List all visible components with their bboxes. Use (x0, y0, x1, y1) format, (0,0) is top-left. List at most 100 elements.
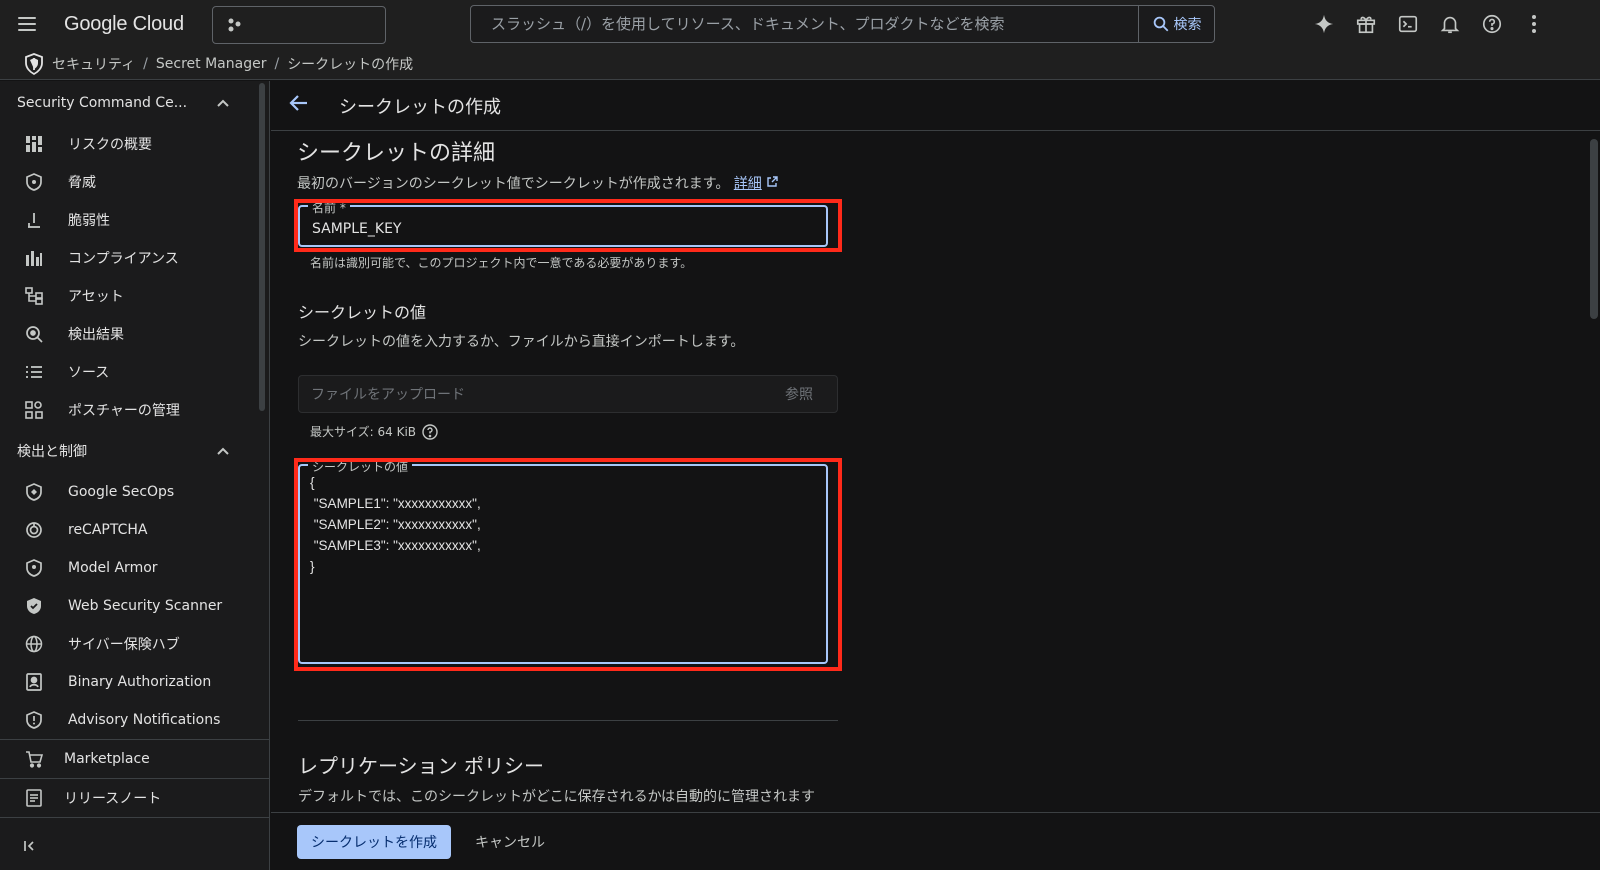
shield-icon (24, 558, 44, 578)
upload-placeholder: ファイルをアップロード (311, 387, 465, 403)
sidebar-divider (0, 817, 269, 818)
sidebar-item-release-notes[interactable]: リリースノート (0, 779, 269, 817)
posture-icon (24, 400, 44, 420)
file-upload-field[interactable]: ファイルをアップロード 参照 (298, 375, 838, 413)
sidebar-item-label: Model Armor (68, 560, 158, 576)
project-icon (228, 18, 241, 32)
asset-icon (24, 286, 44, 306)
sidebar-item-label: Google SecOps (68, 484, 175, 500)
more-vert-icon[interactable] (1522, 12, 1546, 36)
max-size-hint: 最大サイズ: 64 KiB (310, 423, 438, 440)
sidebar-item-cyber-insurance-hub[interactable]: サイバー保険ハブ (0, 625, 269, 663)
sidebar-item-sources[interactable]: ソース (0, 353, 269, 391)
breadcrumb-current: シークレットの作成 (287, 56, 414, 73)
sidebar-item-risk-overview[interactable]: リスクの概要 (0, 125, 269, 163)
breadcrumb-separator: / (143, 55, 148, 72)
section-divider (298, 720, 838, 721)
cart-icon (24, 749, 44, 769)
compliance-icon (24, 248, 44, 268)
gift-icon[interactable] (1354, 12, 1378, 36)
sidebar-item-label: 脆弱性 (68, 213, 110, 229)
main-scrollbar[interactable] (1590, 139, 1598, 319)
top-bar: Google Cloud 検索 (0, 0, 1600, 48)
recaptcha-icon (24, 520, 44, 540)
search-button-label: 検索 (1173, 17, 1202, 33)
sidebar-item-web-security-scanner[interactable]: Web Security Scanner (0, 587, 269, 625)
sidebar-item-label: コンプライアンス (68, 251, 179, 267)
sidebar-item-recaptcha[interactable]: reCAPTCHA (0, 511, 269, 549)
sidebar-item-model-armor[interactable]: Model Armor (0, 549, 269, 587)
breadcrumb-security[interactable]: セキュリティ (52, 54, 135, 74)
sidebar-section-label: 検出と制御 (17, 444, 87, 460)
sidebar-scrollbar[interactable] (259, 83, 265, 411)
sidebar-section-scc[interactable]: Security Command Ce... (0, 81, 269, 125)
sidebar-item-label: Binary Authorization (68, 674, 212, 690)
replication-description: デフォルトでは、このシークレットがどこに保存されるかは自動的に管理されます (298, 789, 816, 805)
main-menu-icon[interactable] (18, 12, 42, 36)
chevron-up-icon (217, 447, 229, 455)
chevron-up-icon (217, 99, 229, 107)
sidebar-item-google-secops[interactable]: Google SecOps (0, 473, 269, 511)
search-bar: 検索 (470, 5, 1215, 43)
shield-icon (24, 710, 44, 730)
sidebar-item-threats[interactable]: 脅威 (0, 163, 269, 201)
search-button[interactable]: 検索 (1138, 6, 1214, 42)
sidebar-item-marketplace[interactable]: Marketplace (0, 740, 269, 778)
search-icon (1153, 16, 1168, 32)
action-footer: シークレットを作成 キャンセル (271, 812, 1600, 870)
details-section: シークレットの詳細 最初のバージョンのシークレット値でシークレットが作成されます… (297, 131, 837, 193)
replication-heading: レプリケーション ポリシー (298, 754, 544, 778)
sidebar-item-advisory-notifications[interactable]: Advisory Notifications (0, 701, 269, 739)
search-input[interactable] (471, 6, 1138, 42)
name-field-label: 名前 * (308, 199, 350, 216)
secret-value-label: シークレットの値 (308, 458, 413, 475)
sidebar-section-label: Security Command Ce... (17, 95, 188, 111)
sidebar-item-label: Marketplace (64, 751, 150, 767)
binary-icon (24, 672, 44, 692)
breadcrumb-separator: / (274, 55, 280, 72)
dashboard-icon (24, 134, 44, 154)
sidebar-item-label: ソース (68, 365, 110, 381)
breadcrumb: セキュリティ / Secret Manager / シークレットの作成 (0, 48, 1600, 80)
sidebar-item-assets[interactable]: アセット (0, 277, 269, 315)
sidebar-section-detection[interactable]: 検出と制御 (0, 429, 269, 473)
sidebar-item-posture[interactable]: ポスチャーの管理 (0, 391, 269, 429)
details-heading: シークレットの詳細 (297, 141, 496, 166)
sidebar-item-label: アセット (68, 289, 124, 305)
sidebar-item-label: サイバー保険ハブ (68, 637, 180, 653)
shield-icon (24, 596, 44, 616)
vulnerability-icon (24, 210, 44, 230)
details-description-text: 最初のバージョンのシークレット値でシークレットが作成されます。 (297, 176, 730, 192)
sidebar-item-label: ポスチャーの管理 (68, 403, 180, 419)
help-icon[interactable] (1480, 12, 1504, 36)
globe-icon (24, 634, 44, 654)
secret-value-textarea[interactable] (300, 466, 826, 662)
sidebar-item-label: リリースノート (64, 791, 162, 807)
security-shield-icon (25, 52, 43, 75)
secret-value-description: シークレットの値を入力するか、ファイルから直接インポートします。 (298, 334, 745, 350)
details-description: 最初のバージョンのシークレット値でシークレットが作成されます。 詳細 (297, 173, 837, 193)
sidebar-item-vulnerabilities[interactable]: 脆弱性 (0, 201, 269, 239)
sidebar-item-compliance[interactable]: コンプライアンス (0, 239, 269, 277)
secret-value-field: シークレットの値 (298, 458, 828, 664)
project-picker[interactable] (212, 6, 386, 44)
create-secret-button[interactable]: シークレットを作成 (297, 824, 451, 859)
help-icon[interactable] (422, 423, 438, 440)
page-header: シークレットの作成 (271, 81, 1600, 131)
collapse-sidebar-icon[interactable] (24, 840, 38, 856)
name-input[interactable] (300, 207, 826, 245)
cloud-shell-icon[interactable] (1396, 12, 1420, 36)
gemini-icon[interactable] (1312, 12, 1336, 36)
secret-value-heading: シークレットの値 (298, 303, 427, 322)
google-cloud-logo[interactable]: Google Cloud (64, 13, 184, 36)
learn-more-link[interactable]: 詳細 (734, 176, 762, 192)
sidebar-item-binary-authorization[interactable]: Binary Authorization (0, 663, 269, 701)
list-icon (24, 362, 44, 382)
back-arrow-icon[interactable] (289, 93, 313, 118)
breadcrumb-secret-manager[interactable]: Secret Manager (156, 56, 267, 72)
max-size-text: 最大サイズ: 64 KiB (310, 425, 417, 439)
browse-button[interactable]: 参照 (785, 384, 813, 404)
sidebar-item-findings[interactable]: 検出結果 (0, 315, 269, 353)
notifications-icon[interactable] (1438, 12, 1462, 36)
cancel-button[interactable]: キャンセル (475, 832, 545, 852)
